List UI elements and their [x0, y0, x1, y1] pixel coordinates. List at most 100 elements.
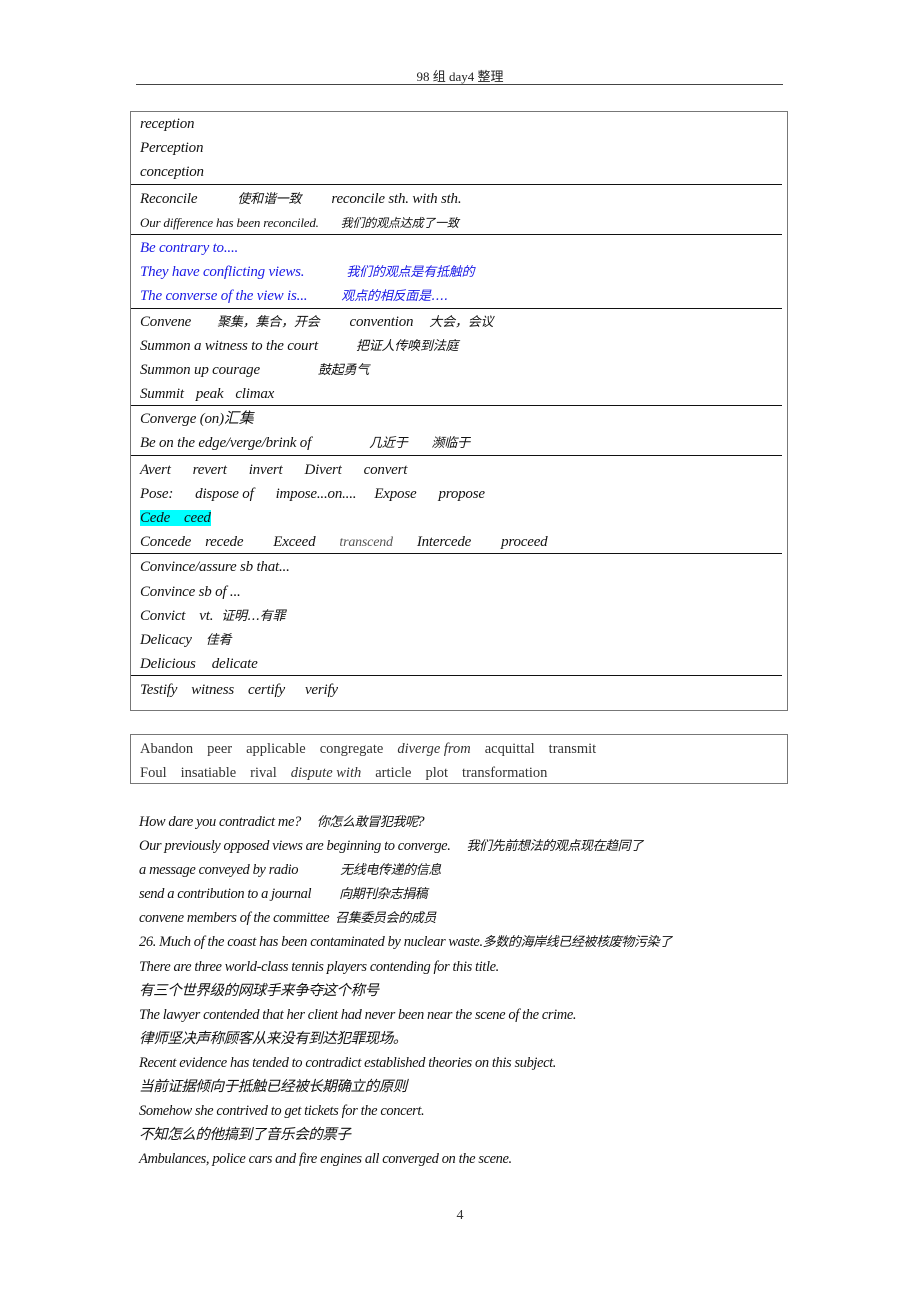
sentence: There are three world-class tennis playe…: [139, 955, 839, 979]
term: Exceed: [273, 534, 316, 551]
page-number: 4: [456, 1208, 464, 1223]
vocab-line: Reconcile 使和谐一致 reconcile sth. with sth.: [131, 187, 787, 211]
term: invert: [248, 461, 283, 478]
translation: 证明…有罪: [221, 608, 286, 624]
vocab-line: Converge (on)汇集: [131, 407, 787, 431]
vocab-line: conception: [131, 160, 787, 184]
word: plot: [425, 765, 449, 781]
vocab-line: Convene 聚集，集合，开会 convention 大会，会议: [131, 310, 787, 334]
sentence: The lawyer contended that her client had…: [139, 1003, 839, 1027]
term: Summit: [140, 386, 184, 403]
sentence: 当前证据倾向于抵触已经被长期确立的原则: [139, 1075, 839, 1099]
term: propose: [438, 485, 485, 502]
term: peak: [195, 386, 224, 403]
word: peer: [207, 741, 233, 757]
term: Pose:: [140, 485, 174, 502]
section-converge: Converge (on)汇集 Be on the edge/verge/bri…: [131, 406, 787, 457]
example: Be on the edge/verge/brink of: [140, 435, 312, 452]
section-perception: reception Perception conception: [131, 112, 787, 185]
term: Expose: [374, 485, 417, 502]
term: Converge (on)汇集: [140, 411, 254, 428]
sentence: send a contribution to a journal 向期刊杂志捐稿: [139, 882, 839, 906]
term: verify: [304, 682, 338, 699]
term: Delicacy: [140, 631, 192, 648]
sentence-en: How dare you contradict me?: [139, 814, 301, 830]
sentence-en: Our previously opposed views are beginni…: [139, 838, 451, 855]
vocab-line: They have conflicting views. 我们的观点是有抵触的: [131, 260, 787, 284]
word-list-row: Abandon peer applicable congregate diverge f…: [131, 737, 787, 761]
term: Cede: [140, 510, 171, 526]
sentence-en: 26. Much of the coast has been contamina…: [139, 934, 483, 951]
translation: 几近于: [369, 436, 408, 452]
sentence: 有三个世界级的网球手来争夺这个称号: [139, 979, 839, 1003]
highlighted-terms: Cede ceed: [140, 510, 211, 526]
vocab-line: Delicious delicate: [131, 652, 787, 676]
term: transcend: [339, 535, 393, 551]
sentence-zh: 不知怎么的他搞到了音乐会的票子: [139, 1127, 351, 1144]
word: transformation: [462, 765, 548, 781]
sentence: 不知怎么的他搞到了音乐会的票子: [139, 1123, 839, 1147]
vocab-line: Testify witness certify verify: [131, 678, 787, 702]
term: impose...on....: [275, 485, 357, 502]
vocab-line: Be contrary to....: [131, 236, 787, 260]
vocab-line: Pose: dispose of impose...on.... Expose prop…: [131, 482, 787, 506]
example: They have conflicting views.: [140, 264, 305, 281]
part-of-speech: vt.: [199, 607, 214, 624]
vocab-line: Summon up courage 鼓起勇气: [131, 358, 787, 382]
section-reconcile: Reconcile 使和谐一致 reconcile sth. with sth. O…: [131, 185, 787, 236]
sentence: Ambulances, police cars and fire engines…: [139, 1147, 839, 1171]
translation: 我们的观点达成了一致: [340, 215, 459, 230]
sentence: Our previously opposed views are beginni…: [139, 834, 839, 858]
example: Summon a witness to the court: [140, 337, 318, 354]
term: ceed: [184, 510, 211, 526]
vocab-line: Convince/assure sb that...: [131, 555, 787, 579]
term: Convict: [140, 607, 186, 624]
term: Perception: [140, 140, 204, 157]
sentence-zh: 召集委员会的成员: [335, 911, 436, 927]
word: rival: [250, 765, 277, 781]
translation: 我们的观点是有抵触的: [346, 265, 475, 281]
sentence-en: convene members of the committee: [139, 910, 330, 927]
term: reconcile sth. with sth.: [331, 190, 462, 207]
page-header-title: 98 组 day4 整理: [416, 69, 504, 84]
example: Summon up courage: [140, 361, 260, 378]
sentence-zh: 你怎么敢冒犯我呢?: [316, 815, 425, 830]
term: Convince sb of ...: [140, 583, 241, 600]
term: Delicious: [140, 656, 196, 673]
term: witness: [191, 682, 235, 699]
vocab-line: Summit peak climax: [131, 382, 787, 406]
sentence-en: a message conveyed by radio: [139, 862, 299, 879]
term: climax: [235, 386, 275, 403]
vocab-line: Be on the edge/verge/brink of 几近于 濒临于: [131, 431, 787, 455]
sentence-en: Ambulances, police cars and fire engines…: [139, 1151, 512, 1168]
term: Intercede: [416, 534, 472, 551]
translation: 观点的相反面是….: [341, 289, 448, 305]
vocab-line: Convict vt. 证明…有罪: [131, 604, 787, 628]
vocab-line: Our difference has been reconciled. 我们的观点…: [131, 211, 787, 235]
word: transmit: [548, 741, 597, 757]
sentence: convene members of the committee 召集委员会的成员: [139, 906, 839, 930]
translation: 濒临于: [431, 436, 471, 452]
sentence: How dare you contradict me? 你怎么敢冒犯我呢?: [139, 810, 839, 834]
vocab-line: The converse of the view is... 观点的相反面是….: [131, 284, 787, 308]
section-verbs: Avert revert invert Divert convert Pose: disp…: [131, 456, 787, 555]
vocab-line: Avert revert invert Divert convert: [131, 458, 787, 482]
term: convention: [349, 313, 414, 330]
translation: 聚集，集合，开会: [217, 314, 320, 330]
term: delicate: [211, 656, 258, 673]
vocab-line: Delicacy 佳肴: [131, 628, 787, 652]
sentence: Recent evidence has tended to contradict…: [139, 1051, 839, 1075]
translation: 把证人传唤到法庭: [355, 338, 459, 354]
sentence-zh: 当前证据倾向于抵触已经被长期确立的原则: [139, 1079, 407, 1096]
section-convince: Convince/assure sb that... Convince sb o…: [131, 554, 787, 677]
term: recede: [205, 534, 244, 551]
term: reception: [140, 116, 195, 132]
word: Abandon: [140, 741, 194, 757]
vocab-line: Perception: [131, 136, 787, 160]
vocab-table: reception Perception conception Reconcil…: [130, 111, 788, 711]
term: Be contrary to....: [140, 239, 239, 256]
sentence: 26. Much of the coast has been contamina…: [139, 930, 839, 954]
word: article: [375, 765, 412, 781]
example: The converse of the view is...: [140, 288, 308, 305]
term: conception: [140, 164, 204, 181]
